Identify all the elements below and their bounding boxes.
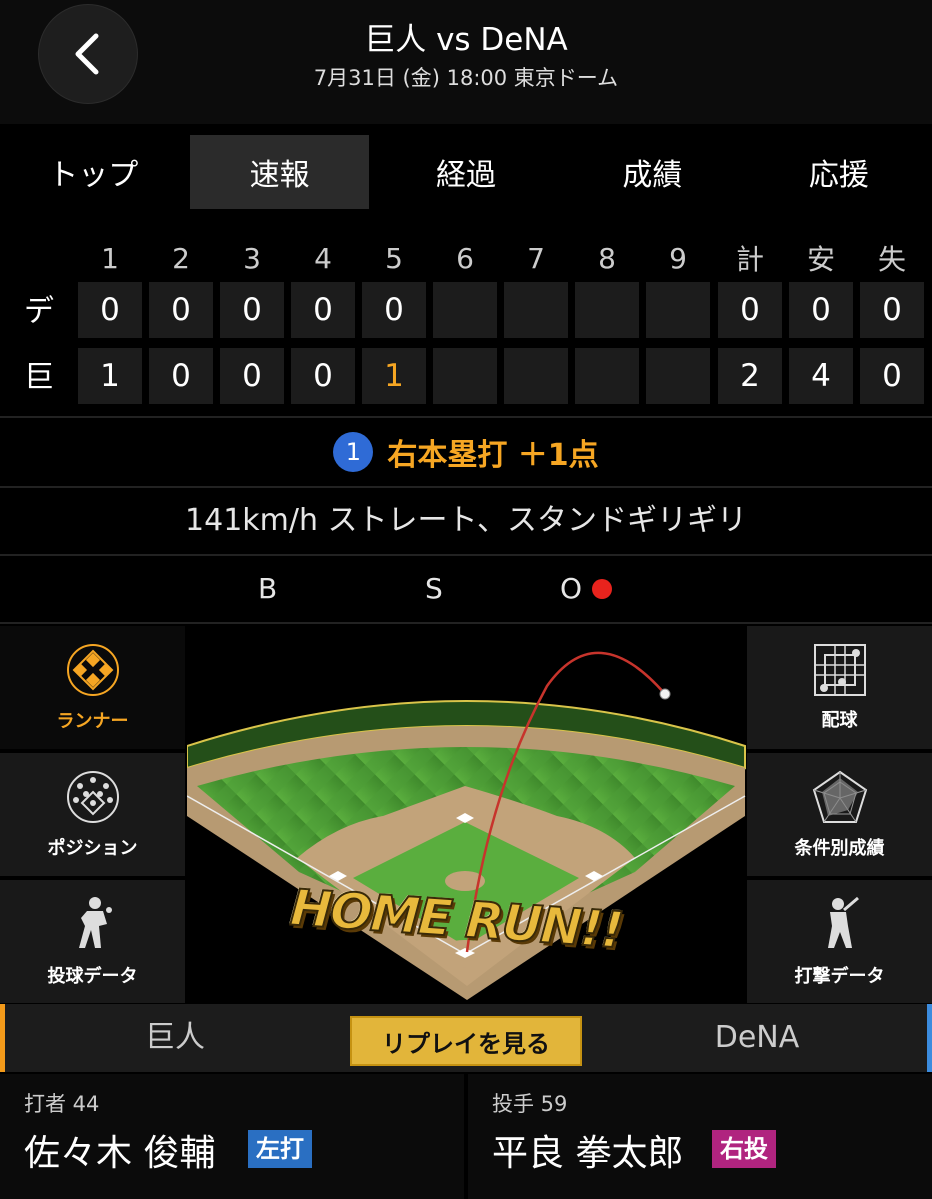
strike-zone-grid-icon bbox=[813, 643, 866, 696]
runner-button[interactable]: ランナー bbox=[0, 626, 185, 749]
scoreboard-cell: 1 bbox=[362, 348, 426, 404]
scoreboard-cell bbox=[433, 348, 497, 404]
scoreboard-cell: 0 bbox=[291, 348, 355, 404]
scoreboard-row: デ00000000 bbox=[0, 282, 932, 342]
pitcher-icon bbox=[78, 896, 112, 948]
pitcher-name: 平良 拳太郎 bbox=[492, 1133, 684, 1174]
scoreboard-cell bbox=[504, 348, 568, 404]
strike-label: S bbox=[425, 572, 443, 605]
scoreboard-cell bbox=[433, 282, 497, 338]
page-title: 巨人 vs DeNA bbox=[364, 22, 568, 58]
batter-handedness-badge: 左打 bbox=[248, 1130, 312, 1168]
away-team-color-strip bbox=[927, 1004, 932, 1072]
scoreboard: 123456789計安失デ00000000巨10001240 bbox=[0, 228, 932, 414]
radar-chart-icon bbox=[812, 770, 867, 823]
scoreboard-column-header: 3 bbox=[243, 241, 261, 275]
replay-button[interactable]: リプレイを見る bbox=[350, 1016, 582, 1066]
scoreboard-column-header: 2 bbox=[172, 241, 190, 275]
batter-role: 打者 44 bbox=[24, 1092, 100, 1116]
scoreboard-cell: 1 bbox=[78, 348, 142, 404]
scoreboard-cell: 0 bbox=[860, 282, 924, 338]
scoreboard-cell: 0 bbox=[291, 282, 355, 338]
pitch-description: 141km/h ストレート、スタンドギリギリ bbox=[185, 503, 747, 538]
scoreboard-cell: 0 bbox=[220, 348, 284, 404]
pitch-sequence-button[interactable]: 配球 bbox=[747, 626, 932, 749]
scoreboard-cell bbox=[504, 282, 568, 338]
batter-icon bbox=[827, 896, 859, 948]
pitch-sequence-label: 配球 bbox=[821, 709, 858, 731]
play-number-badge: 1 bbox=[333, 432, 374, 472]
pitching-data-label: 投球データ bbox=[47, 965, 138, 987]
count-display: B S O bbox=[0, 556, 932, 622]
batter-card[interactable]: 打者 44 佐々木 俊輔 左打 bbox=[0, 1074, 464, 1199]
scoreboard-column-header: 4 bbox=[314, 241, 332, 275]
pitcher-role: 投手 59 bbox=[492, 1092, 568, 1116]
scoreboard-cell: 4 bbox=[789, 348, 853, 404]
scoreboard-cell: 0 bbox=[718, 282, 782, 338]
scoreboard-cell bbox=[575, 282, 639, 338]
scoreboard-cell: 0 bbox=[149, 282, 213, 338]
scoreboard-cell bbox=[646, 282, 710, 338]
home-team-color-strip bbox=[0, 1004, 5, 1072]
batter-name: 佐々木 俊輔 bbox=[24, 1133, 216, 1174]
scoreboard-column-header: 計 bbox=[735, 243, 764, 276]
scoreboard-cell: 0 bbox=[860, 348, 924, 404]
scoreboard-cell: 0 bbox=[220, 282, 284, 338]
tab-cheer[interactable]: 応援 bbox=[750, 135, 928, 209]
home-team-tab[interactable]: 巨人 bbox=[0, 1004, 350, 1072]
scoreboard-cell: 2 bbox=[718, 348, 782, 404]
out-label: O bbox=[560, 572, 583, 605]
batting-data-button[interactable]: 打撃データ bbox=[747, 880, 932, 1003]
field-positions-icon bbox=[66, 770, 119, 823]
scoreboard-cell: 0 bbox=[78, 282, 142, 338]
game-header: 巨人 vs DeNA 7月31日 (金) 18:00 東京ドーム bbox=[0, 0, 932, 124]
scoreboard-team-label: デ bbox=[24, 294, 54, 329]
pitcher-handedness-badge: 右投 bbox=[712, 1130, 776, 1168]
scoreboard-column-header: 8 bbox=[598, 241, 616, 275]
scoreboard-column-header: 6 bbox=[456, 241, 474, 275]
tab-top[interactable]: トップ bbox=[4, 135, 182, 209]
field-area: ランナー ポジション 投球データ HOME RUN!! 配球 条件別成績 打撃デ… bbox=[0, 626, 932, 1003]
scoreboard-row: 巨10001240 bbox=[0, 348, 932, 408]
game-datetime-venue: 7月31日 (金) 18:00 東京ドーム bbox=[313, 66, 619, 90]
scoreboard-column-header: 1 bbox=[101, 241, 119, 275]
scoreboard-column-header: 9 bbox=[669, 241, 687, 275]
diamond-bases-icon bbox=[66, 643, 119, 696]
pitcher-card[interactable]: 投手 59 平良 拳太郎 右投 bbox=[468, 1074, 932, 1199]
position-label: ポジション bbox=[47, 837, 138, 859]
tab-stats[interactable]: 成績 bbox=[563, 135, 741, 209]
scoreboard-cell: 0 bbox=[789, 282, 853, 338]
scoreboard-column-header: 安 bbox=[806, 243, 835, 276]
tab-live[interactable]: 速報 bbox=[190, 135, 369, 209]
team-bar: 巨人 リプレイを見る DeNA bbox=[0, 1004, 932, 1072]
split-stats-button[interactable]: 条件別成績 bbox=[747, 753, 932, 876]
scoreboard-cell: 0 bbox=[362, 282, 426, 338]
split-stats-label: 条件別成績 bbox=[794, 837, 885, 859]
tab-progress[interactable]: 経過 bbox=[377, 135, 555, 209]
scoreboard-header-row: 1 2 3 4 5 6 7 8 9 計 安 失 bbox=[0, 228, 932, 288]
scoreboard-column-header: 失 bbox=[877, 243, 906, 276]
play-result-text: 右本塁打 ＋1点 bbox=[387, 438, 599, 473]
runner-label: ランナー bbox=[56, 710, 129, 732]
scoreboard-cell bbox=[646, 348, 710, 404]
scoreboard-column-header: 7 bbox=[527, 241, 545, 275]
divider bbox=[0, 622, 932, 624]
scoreboard-cell: 0 bbox=[149, 348, 213, 404]
position-button[interactable]: ポジション bbox=[0, 753, 185, 876]
pitching-data-button[interactable]: 投球データ bbox=[0, 880, 185, 1003]
scoreboard-cell bbox=[575, 348, 639, 404]
scoreboard-team-label: 巨 bbox=[24, 360, 54, 395]
ball-label: B bbox=[258, 572, 278, 605]
scoreboard-column-header: 5 bbox=[385, 241, 403, 275]
away-team-tab[interactable]: DeNA bbox=[582, 1004, 932, 1072]
out-indicator-dot bbox=[592, 579, 612, 599]
tab-bar: トップ 速報 経過 成績 応援 bbox=[0, 124, 932, 220]
batting-data-label: 打撃データ bbox=[794, 965, 885, 987]
play-result: 1 右本塁打 ＋1点 bbox=[0, 418, 932, 486]
